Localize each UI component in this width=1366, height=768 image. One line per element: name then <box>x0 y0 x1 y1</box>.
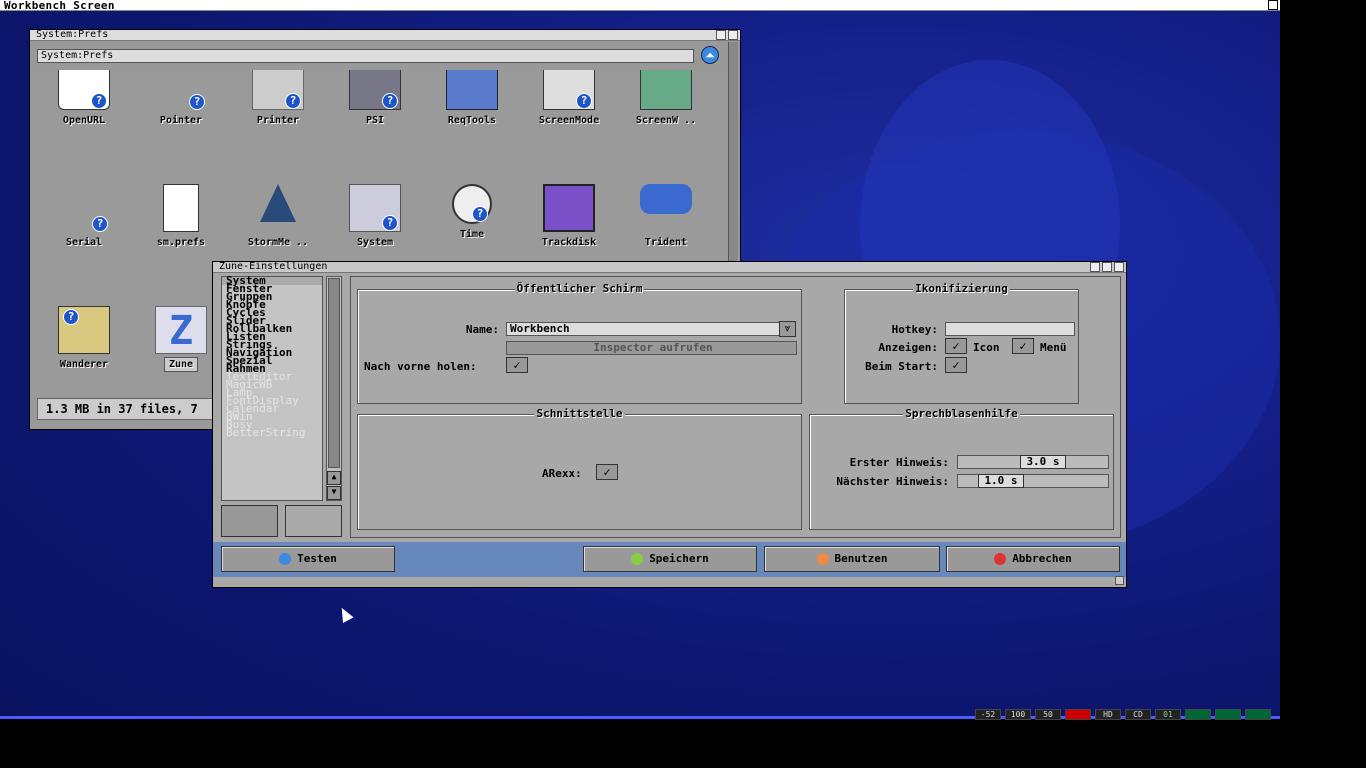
screenmode-icon[interactable]: ? ScreenMode <box>521 70 617 126</box>
inspector-button[interactable]: Inspector aufrufen <box>506 341 797 355</box>
stormme-icon[interactable]: StormMe .. <box>230 184 326 248</box>
openurl-icon[interactable]: ? OpenURL <box>36 70 132 126</box>
scroll-knob[interactable] <box>328 278 340 468</box>
test-icon <box>279 553 292 565</box>
first-hint-slider[interactable]: 3.0 s <box>957 455 1109 469</box>
settings-panel: Öffentlicher Schirm Name: Workbench ⩔ In… <box>350 276 1121 538</box>
menu-checkbox[interactable]: ✓ <box>1012 338 1034 354</box>
front-checkbox[interactable]: ✓ <box>506 357 528 373</box>
zune-window-title: Zune-Einstellungen <box>219 261 328 272</box>
save-button[interactable]: Speichern <box>583 546 757 572</box>
name-label: Name: <box>465 323 499 336</box>
drive-indicator <box>1185 709 1211 720</box>
use-button[interactable]: Benutzen <box>764 546 940 572</box>
front-label: Nach vorne holen: <box>364 360 477 373</box>
trident-icon[interactable]: Trident <box>618 184 714 248</box>
category-list[interactable]: System Fenster Gruppen Knöpfe Cycles Sli… <box>221 275 323 501</box>
start-label: Beim Start: <box>865 360 938 373</box>
screen-title: Workbench Screen <box>4 0 115 12</box>
zoom-gadget[interactable] <box>716 30 726 40</box>
pointer-icon[interactable]: ? Pointer <box>133 70 229 126</box>
cancel-icon <box>994 553 1007 565</box>
public-screen-title: Öffentlicher Schirm <box>514 282 645 295</box>
time-icon[interactable]: ? Time <box>424 184 520 240</box>
screen-name-field[interactable]: Workbench <box>506 322 780 336</box>
first-hint-label: Erster Hinweis: <box>849 456 949 469</box>
trackdisk-icon[interactable]: Trackdisk <box>521 184 617 248</box>
depth-gadget[interactable] <box>728 30 738 40</box>
scroll-down-arrow-icon[interactable]: ▼ <box>327 486 341 500</box>
screen-title-bar: Workbench Screen <box>0 0 1280 12</box>
resize-gadget[interactable] <box>1115 576 1124 585</box>
arexx-label: ARexx: <box>542 467 582 480</box>
interface-title: Schnittstelle <box>534 407 625 420</box>
test-button[interactable]: Testen <box>221 546 395 572</box>
arexx-checkbox[interactable]: ✓ <box>596 464 618 480</box>
cancel-button[interactable]: Abbrechen <box>946 546 1120 572</box>
bubble-help-title: Sprechblasenhilfe <box>903 407 1020 420</box>
scroll-up-arrow-icon[interactable]: ▲ <box>327 471 341 485</box>
popup-arrow-icon[interactable]: ⩔ <box>779 321 796 337</box>
icon-label: Icon <box>973 341 1000 354</box>
prefs-title-bar[interactable]: System:Prefs <box>30 30 740 41</box>
list-button-right[interactable] <box>285 505 342 537</box>
hotkey-label: Hotkey: <box>891 323 938 336</box>
bottom-black-area <box>0 719 1366 768</box>
indicator: HD <box>1095 709 1121 720</box>
interface-group: Schnittstelle ARexx: ✓ <box>357 407 802 530</box>
iconify-title: Ikonifizierung <box>913 282 1010 295</box>
indicator: -52 <box>975 709 1001 720</box>
show-label: Anzeigen: <box>878 341 938 354</box>
screen-depth-gadget[interactable] <box>1268 0 1278 10</box>
list-button-left[interactable] <box>221 505 278 537</box>
list-item: BetterString <box>226 426 306 439</box>
zune-window: Zune-Einstellungen System Fenster Gruppe… <box>212 261 1127 588</box>
drive-indicator <box>1245 709 1271 720</box>
menu-label: Menü <box>1040 341 1067 354</box>
button-bar: Testen Speichern Benutzen Abbrechen <box>213 542 1126 577</box>
serial-icon[interactable]: ? Serial <box>36 184 132 248</box>
power-led-indicator <box>1065 709 1091 720</box>
public-screen-group: Öffentlicher Schirm Name: Workbench ⩔ In… <box>357 282 802 404</box>
wanderer-icon[interactable]: ? Wanderer <box>36 306 132 370</box>
indicator: CD <box>1125 709 1151 720</box>
iconify-group: Ikonifizierung Hotkey: Anzeigen: ✓ Icon … <box>844 282 1079 404</box>
psi-icon[interactable]: ? PSI <box>327 70 423 126</box>
indicator: 50 <box>1035 709 1061 720</box>
use-icon <box>816 553 829 565</box>
screenw-icon[interactable]: ScreenW .. <box>618 70 714 126</box>
parent-button[interactable]: ⏶ <box>701 46 719 64</box>
prefs-window-title: System:Prefs <box>36 29 109 40</box>
depth-gadget[interactable] <box>1114 262 1124 272</box>
path-field[interactable]: System:Prefs <box>37 49 694 63</box>
bubble-help-group: Sprechblasenhilfe Erster Hinweis: 3.0 s … <box>809 407 1114 530</box>
category-scrollbar[interactable]: ▲ ▼ <box>326 276 342 501</box>
sm-prefs-icon[interactable]: sm.prefs <box>133 184 229 248</box>
printer-icon[interactable]: ? Printer <box>230 70 326 126</box>
indicator: 100 <box>1005 709 1031 720</box>
save-icon <box>631 553 644 565</box>
hotkey-field[interactable] <box>945 322 1075 336</box>
system-icon[interactable]: ? System <box>327 184 423 248</box>
iconify-gadget[interactable] <box>1090 262 1100 272</box>
next-hint-label: Nächster Hinweis: <box>836 475 949 488</box>
drive-indicator <box>1215 709 1241 720</box>
zune-title-bar[interactable]: Zune-Einstellungen <box>213 262 1126 273</box>
indicator: 01 <box>1155 709 1181 720</box>
reqtools-icon[interactable]: ReqTools <box>424 70 520 126</box>
start-checkbox[interactable]: ✓ <box>945 357 967 373</box>
icon-checkbox[interactable]: ✓ <box>945 338 967 354</box>
vertical-scrollbar[interactable] <box>728 42 738 277</box>
zoom-gadget[interactable] <box>1102 262 1112 272</box>
next-hint-slider[interactable]: 1.0 s <box>957 474 1109 488</box>
